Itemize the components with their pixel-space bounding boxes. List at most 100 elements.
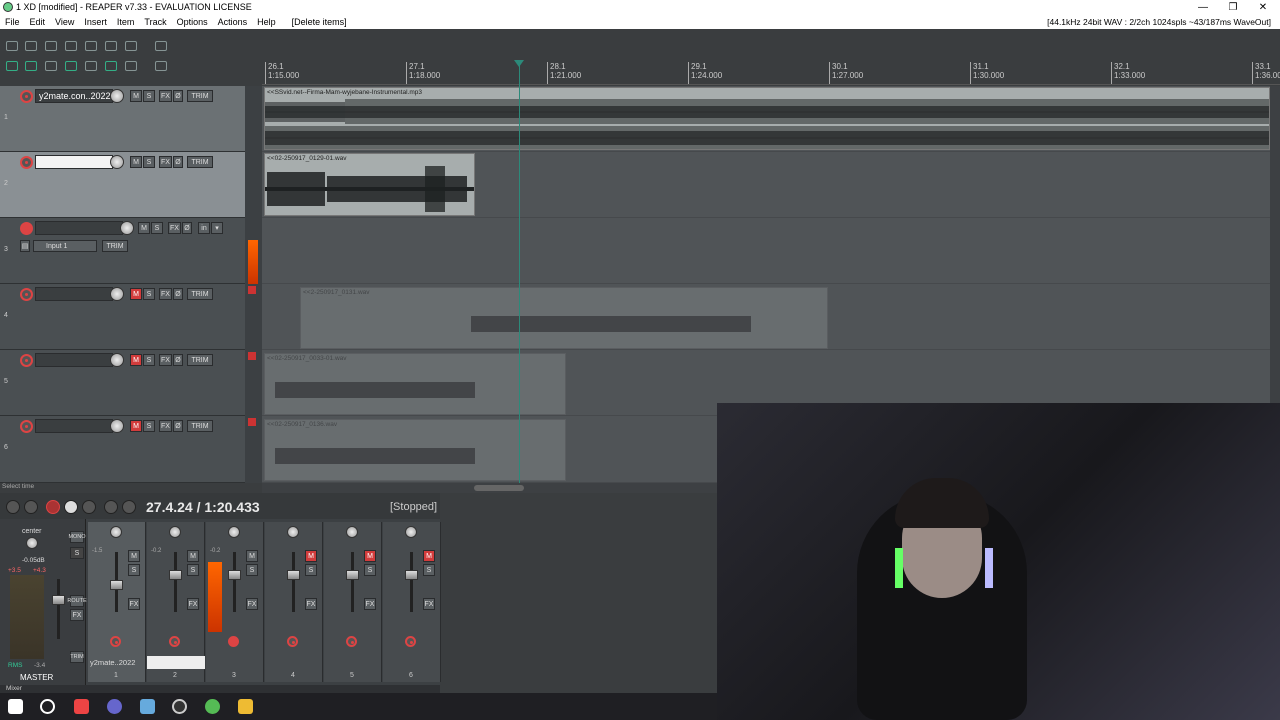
mute-button[interactable]: M (246, 550, 258, 562)
channel-fader[interactable] (169, 570, 182, 580)
track-4[interactable]: 4 M S FX Ø TRIM (0, 284, 245, 350)
mixer-channel-6[interactable]: M S FX 6 (383, 522, 441, 682)
phase-icon[interactable]: Ø (173, 288, 183, 300)
solo-button[interactable]: S (128, 564, 140, 576)
menu-help[interactable]: Help (252, 17, 281, 27)
mute-button[interactable]: M (130, 420, 142, 432)
play-button[interactable] (64, 500, 78, 514)
mute-button[interactable]: M (423, 550, 435, 562)
volume-knob[interactable] (110, 353, 124, 367)
record-arm-button[interactable] (20, 420, 33, 433)
fx-button[interactable]: FX (364, 598, 376, 610)
envelope-mode-icon[interactable] (155, 61, 167, 71)
timeline-ruler[interactable]: 26.1 1:15.000 27.1 1:18.000 28.1 1:21.000 2… (262, 58, 1280, 85)
snap-grid-icon[interactable] (45, 61, 57, 71)
track-6[interactable]: 6 M S FX Ø TRIM (0, 416, 245, 483)
fx-button[interactable]: FX (159, 420, 172, 432)
project-settings-icon[interactable] (65, 41, 77, 51)
grid-lines-icon[interactable] (155, 41, 167, 51)
phase-icon[interactable]: Ø (173, 156, 183, 168)
phase-icon[interactable]: Ø (173, 354, 183, 366)
media-item[interactable]: <<2-250917_0131.wav (300, 287, 828, 349)
phase-icon[interactable]: Ø (173, 90, 183, 102)
fx-button[interactable]: FX (128, 598, 140, 610)
save-project-icon[interactable] (45, 41, 57, 51)
fx-button[interactable]: FX (159, 156, 172, 168)
pan-knob[interactable] (169, 526, 181, 538)
solo-button[interactable]: S (143, 90, 155, 102)
app-icon[interactable] (140, 699, 155, 714)
stop-button[interactable] (104, 500, 118, 514)
solo-button[interactable]: S (246, 564, 258, 576)
pan-knob[interactable] (26, 537, 38, 549)
fx-button[interactable]: FX (246, 598, 258, 610)
reaper-taskbar-icon[interactable] (205, 699, 220, 714)
solo-button[interactable]: S (143, 354, 155, 366)
go-to-end-icon[interactable] (24, 500, 38, 514)
solo-button[interactable]: S (187, 564, 199, 576)
mixer-channel-3[interactable]: -0.2 M S FX 3 (206, 522, 264, 682)
loop-icon[interactable] (105, 61, 117, 71)
record-arm-button[interactable] (20, 288, 33, 301)
crossfade-icon[interactable] (65, 61, 77, 71)
solo-button[interactable]: S (151, 222, 163, 234)
master-fader[interactable] (52, 595, 65, 605)
trim-button[interactable]: TRIM (187, 354, 213, 366)
route-button[interactable]: ROUTE (67, 595, 87, 607)
media-item[interactable]: <<02-250917_0136.wav (264, 419, 566, 481)
fx-button[interactable]: FX (305, 598, 317, 610)
record-arm-button[interactable] (287, 636, 298, 647)
volume-knob[interactable] (120, 221, 134, 235)
mute-button[interactable]: M (130, 90, 142, 102)
record-arm-button[interactable] (20, 90, 33, 103)
media-item[interactable]: <<02-250917_0033-01.wav (264, 353, 566, 415)
solo-button[interactable]: S (305, 564, 317, 576)
trim-button[interactable]: TRIM (187, 288, 213, 300)
phase-icon[interactable]: Ø (173, 420, 183, 432)
mute-button[interactable]: M (130, 156, 142, 168)
fx-button[interactable]: FX (423, 598, 435, 610)
new-project-icon[interactable] (6, 41, 18, 51)
mixer-channel-2[interactable]: -0.2 M S FX 2 (147, 522, 205, 682)
record-arm-button[interactable] (405, 636, 416, 647)
mixer-channel-5[interactable]: M S FX 5 (324, 522, 382, 682)
solo-button[interactable]: S (423, 564, 435, 576)
volume-knob[interactable] (110, 287, 124, 301)
media-item[interactable]: <<02-250917_0129-01.wav (264, 153, 475, 216)
input-icon[interactable]: ▤ (20, 240, 30, 252)
mute-button[interactable]: M (305, 550, 317, 562)
audio-status[interactable]: [44.1kHz 24bit WAV : 2/2ch 1024spls ~43/… (1042, 17, 1276, 27)
menu-insert[interactable]: Insert (79, 17, 112, 27)
maximize-button[interactable]: ❐ (1218, 0, 1248, 14)
channel-fader[interactable] (346, 570, 359, 580)
menu-track[interactable]: Track (139, 17, 171, 27)
ripple-edit-icon[interactable] (6, 61, 18, 71)
mute-button[interactable]: M (138, 222, 150, 234)
chevron-down-icon[interactable]: ▾ (211, 222, 223, 234)
scroll-thumb[interactable] (474, 485, 524, 491)
volume-knob[interactable] (110, 89, 124, 103)
solo-button[interactable]: S (143, 420, 155, 432)
menu-delete-items[interactable]: [Delete items] (287, 17, 352, 27)
brave-browser-icon[interactable] (74, 699, 89, 714)
file-explorer-icon[interactable] (238, 699, 253, 714)
repeat-icon[interactable] (82, 500, 96, 514)
solo-button[interactable]: S (143, 156, 155, 168)
channel-fader[interactable] (287, 570, 300, 580)
item-grouping-icon[interactable] (25, 61, 37, 71)
open-project-icon[interactable] (25, 41, 37, 51)
mute-button[interactable]: M (130, 288, 142, 300)
go-to-start-icon[interactable] (6, 500, 20, 514)
pan-knob[interactable] (228, 526, 240, 538)
trim-button[interactable]: TRIM (187, 156, 213, 168)
close-button[interactable]: ✕ (1248, 0, 1278, 14)
search-icon[interactable] (40, 699, 55, 714)
fx-button[interactable]: FX (168, 222, 181, 234)
undo-icon[interactable] (85, 41, 97, 51)
phase-icon[interactable]: Ø (182, 222, 192, 234)
fx-button[interactable]: FX (159, 90, 172, 102)
channel-fader[interactable] (228, 570, 241, 580)
mute-button[interactable]: M (128, 550, 140, 562)
minimize-button[interactable]: — (1188, 0, 1218, 14)
lock-icon[interactable] (125, 61, 137, 71)
